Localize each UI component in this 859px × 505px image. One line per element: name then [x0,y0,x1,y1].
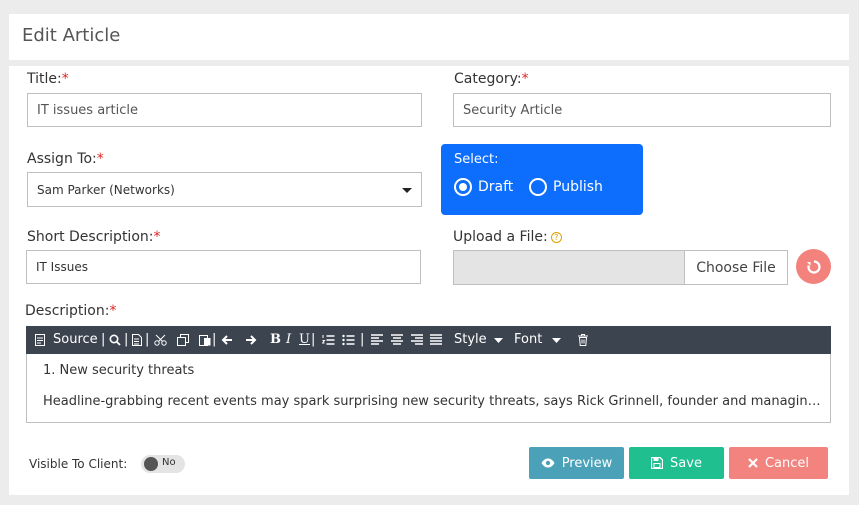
radio-draft-circle[interactable] [454,178,472,196]
align-right-icon[interactable] [411,334,423,346]
source-icon[interactable] [35,334,45,346]
toolbar-separator: | [124,332,129,347]
description-label: Description:* [25,303,117,319]
title-label: Title:* [27,71,69,87]
save-icon [651,457,664,469]
italic-icon[interactable]: I [286,332,291,347]
choose-file-button[interactable]: Choose File [684,251,787,284]
assign-select[interactable]: Sam Parker (Networks) [27,172,422,207]
select-label: Select: [454,152,499,167]
bulleted-list-icon[interactable] [342,334,355,346]
radio-draft[interactable]: Draft [454,178,513,196]
style-dropdown[interactable]: Style [454,332,487,347]
chevron-down-icon [552,338,561,343]
paste-icon[interactable] [199,334,211,346]
radio-draft-label: Draft [478,179,514,195]
form-panel: Title:* IT issues article Category:* Sec… [9,66,849,495]
assign-label: Assign To:* [27,151,104,167]
toolbar-separator: | [101,332,106,347]
title-input[interactable]: IT issues article [27,93,422,127]
toolbar-separator: | [145,332,150,347]
cancel-button[interactable]: Cancel [729,447,828,479]
radio-publish-label: Publish [553,179,603,195]
upload-label: Upload a File:? [453,229,562,245]
toggle-state: No [162,457,176,468]
visible-to-client-label: Visible To Client: [29,457,128,471]
help-icon[interactable]: ? [550,231,562,243]
eye-icon [541,458,555,468]
short-description-label: Short Description:* [27,229,161,245]
close-icon [748,458,758,468]
new-page-icon[interactable] [132,334,142,346]
short-description-input[interactable]: IT Issues [26,250,421,284]
toolbar-separator: | [360,332,365,347]
chevron-down-icon [402,188,412,193]
category-input[interactable]: Security Article [453,93,831,127]
justify-icon[interactable] [430,334,442,346]
redo-icon[interactable] [245,334,257,346]
editor-line-2: Headline-grabbing recent events may spar… [43,394,823,409]
chevron-down-icon [494,338,503,343]
toolbar-separator: | [212,332,217,347]
save-button[interactable]: Save [629,447,724,479]
font-dropdown[interactable]: Font [514,332,542,347]
align-left-icon[interactable] [371,334,383,346]
category-label: Category:* [454,71,529,87]
toolbar-separator: | [311,332,316,347]
editor-line-1: 1. New security threats [43,363,195,378]
radio-publish[interactable]: Publish [529,178,603,196]
bold-icon[interactable]: B [270,332,281,347]
search-icon[interactable] [109,334,121,346]
description-editor[interactable]: 1. New security threats Headline-grabbin… [26,354,831,423]
numbered-list-icon[interactable] [322,334,335,346]
cancel-label: Cancel [764,455,810,471]
cut-icon[interactable] [154,334,167,346]
copy-icon[interactable] [177,334,189,346]
save-label: Save [670,455,702,471]
page-title: Edit Article [22,25,121,46]
file-input[interactable]: Choose File [453,250,788,285]
toggle-knob [144,457,158,471]
preview-label: Preview [561,455,613,471]
undo-icon[interactable] [221,334,233,346]
editor-toolbar: Source | | | | B I U | | Style Font [26,326,831,354]
page-header: Edit Article [9,14,849,60]
status-radio-group: Select: Draft Publish [441,144,643,215]
reset-button[interactable] [796,249,831,284]
radio-publish-circle[interactable] [529,178,547,196]
align-center-icon[interactable] [391,334,403,346]
trash-icon[interactable] [578,334,588,346]
refresh-icon [806,259,821,274]
source-button[interactable]: Source [53,332,98,347]
preview-button[interactable]: Preview [529,447,624,479]
underline-icon[interactable]: U [299,332,310,347]
visible-to-client-toggle[interactable]: No [141,455,185,473]
